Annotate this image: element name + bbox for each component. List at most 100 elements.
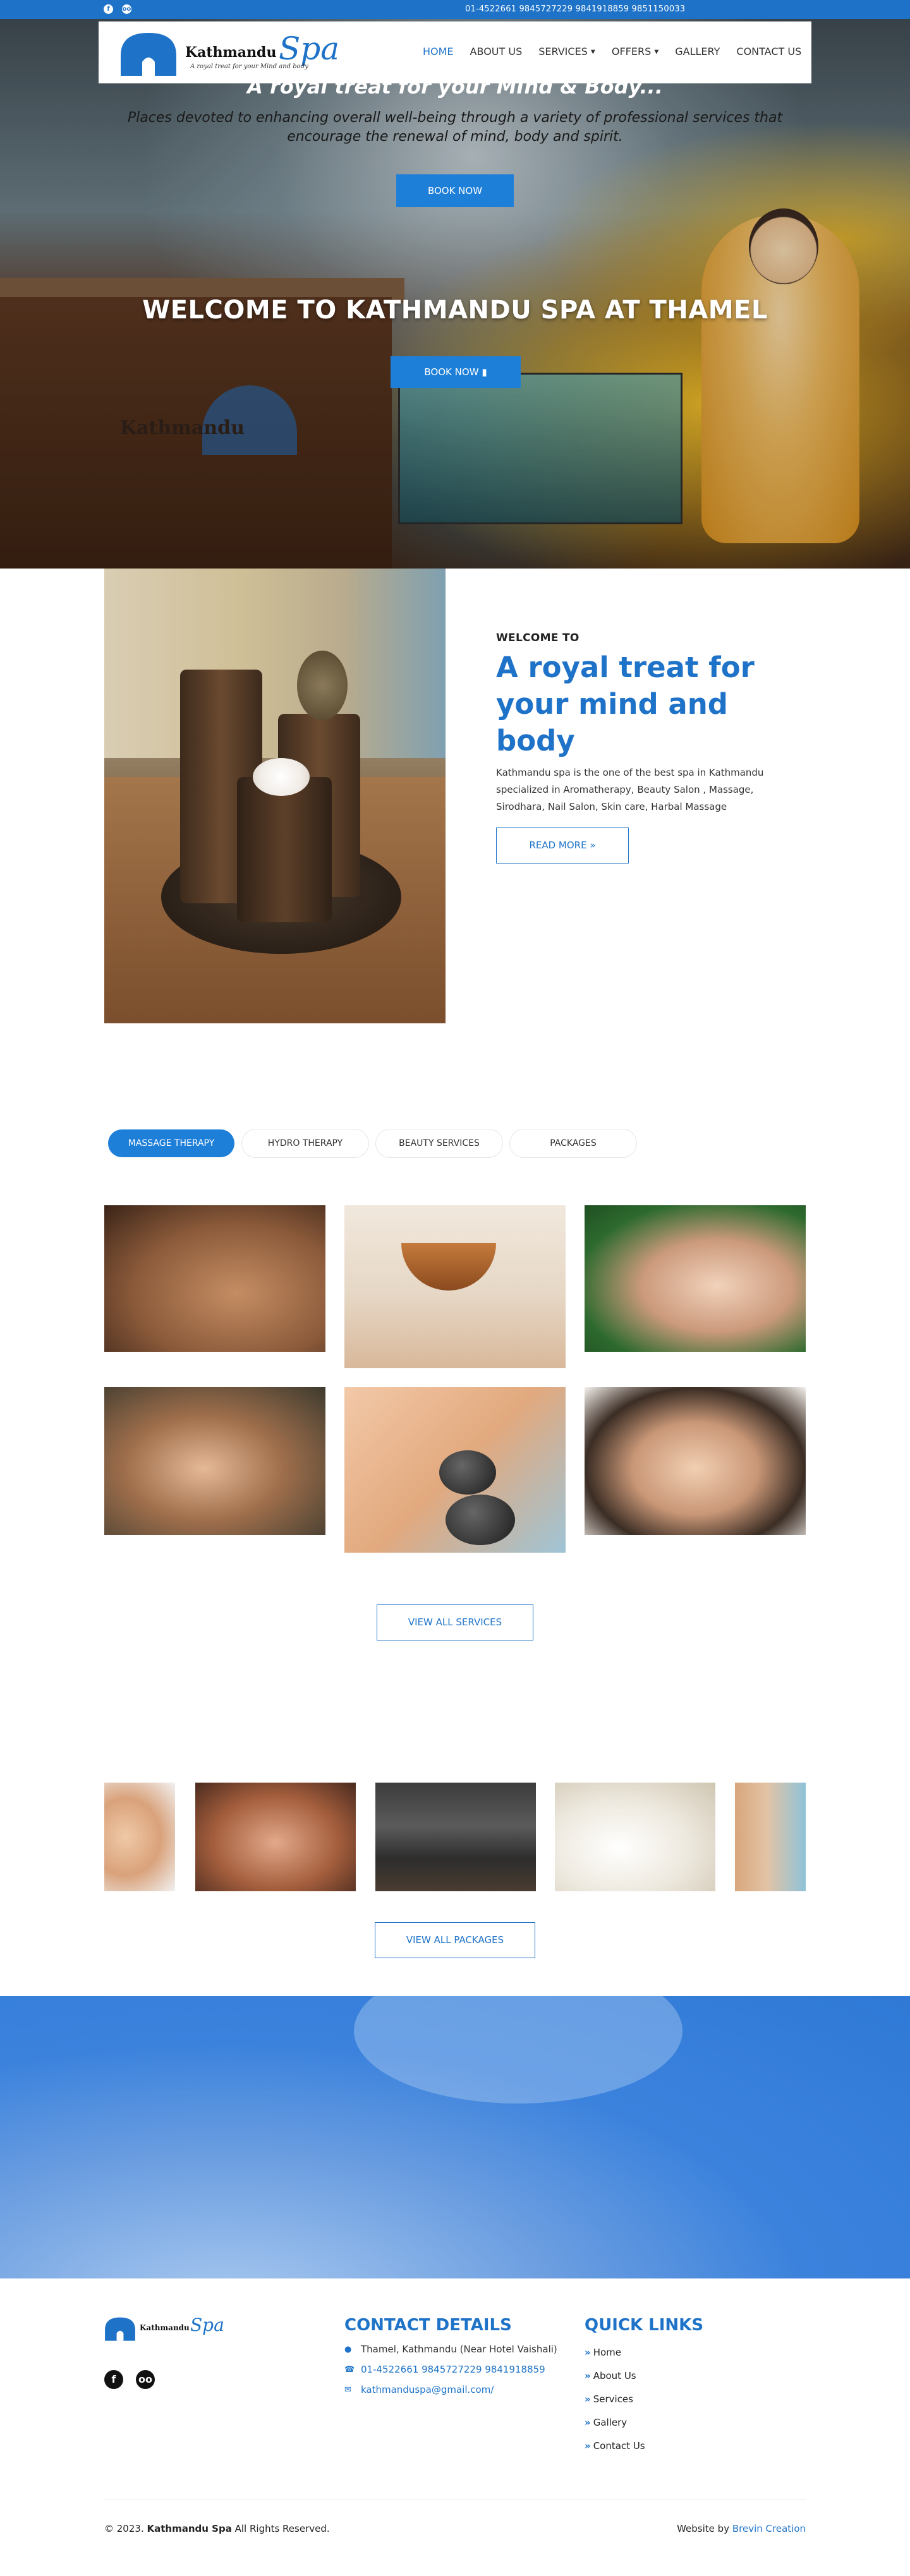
service-image-body-wrap[interactable] bbox=[585, 1387, 806, 1535]
credit-link[interactable]: Brevin Creation bbox=[732, 2523, 806, 2534]
package-image[interactable] bbox=[195, 1783, 356, 1891]
package-image[interactable] bbox=[104, 1783, 175, 1891]
welcome-image bbox=[104, 569, 446, 1023]
tab-hydro-therapy[interactable]: HYDRO THERAPY bbox=[242, 1129, 368, 1157]
footer-logo-spa: Spa bbox=[190, 2314, 224, 2335]
banner-background-hands bbox=[354, 1996, 682, 2104]
contact-email[interactable]: ✉ kathmanduspa@gmail.com/ bbox=[344, 2384, 572, 2395]
top-bar: f oo 01-4522661 9845727229 9841918859 98… bbox=[0, 0, 910, 19]
welcome-text: WELCOME TO A royal treat for your mind a… bbox=[496, 632, 787, 816]
tab-packages[interactable]: PACKAGES bbox=[510, 1129, 636, 1157]
service-image-back-massage[interactable] bbox=[104, 1205, 325, 1352]
cta-banner bbox=[0, 1996, 910, 2278]
quick-link-services[interactable]: » Services bbox=[585, 2393, 812, 2405]
hot-stone bbox=[439, 1450, 496, 1495]
quick-links: QUICK LINKS » Home » About Us » Services » G… bbox=[585, 2316, 812, 2452]
hero-book-label: BOOK NOW bbox=[424, 366, 479, 378]
quick-link-gallery[interactable]: » Gallery bbox=[585, 2417, 812, 2428]
map-marker-icon: ● bbox=[344, 2344, 352, 2354]
quick-link-label: About Us bbox=[593, 2370, 636, 2381]
banner-title: A royal treat for your MInd & Body... bbox=[247, 75, 663, 99]
footer-logo[interactable]: Kathmandu Spa bbox=[104, 2314, 231, 2342]
nav-contact-us[interactable]: CONTACT US bbox=[728, 45, 810, 57]
topbar-phones[interactable]: 01-4522661 9845727229 9841918859 9851150… bbox=[465, 4, 685, 14]
copyright: © 2023. Kathmandu Spa All Rights Reserve… bbox=[104, 2523, 330, 2534]
quick-link-home[interactable]: » Home bbox=[585, 2347, 812, 2358]
service-tabs: MASSAGE THERAPY HYDRO THERAPY BEAUTY SER… bbox=[108, 1129, 636, 1157]
double-chevron-right-icon: » bbox=[585, 2370, 591, 2381]
service-image-herbal-compress[interactable] bbox=[585, 1205, 806, 1352]
address-text: Thamel, Kathmandu (Near Hotel Vaishali) bbox=[361, 2344, 557, 2355]
topbar-social: f oo bbox=[104, 4, 131, 14]
quick-link-label: Home bbox=[593, 2347, 621, 2358]
service-image-body-massage[interactable] bbox=[104, 1387, 325, 1535]
caret-down-icon: ▼ bbox=[654, 49, 659, 56]
view-all-services-button[interactable]: VIEW ALL SERVICES bbox=[377, 1604, 533, 1640]
contact-title: CONTACT DETAILS bbox=[344, 2316, 512, 2335]
nav-offers[interactable]: OFFERS ▼ bbox=[604, 45, 667, 57]
bookmark-icon: ▮ bbox=[482, 366, 487, 378]
phone-text[interactable]: 01-4522661 9845727229 9841918859 bbox=[361, 2364, 545, 2375]
hero-overlay bbox=[0, 19, 910, 569]
logo-tagline: A royal treat for your Mind and body bbox=[190, 63, 308, 70]
image-flower bbox=[253, 758, 310, 796]
hot-stone bbox=[446, 1495, 515, 1545]
site-logo[interactable]: Kathmandu Spa A royal treat for your Min… bbox=[119, 28, 360, 78]
nav-services[interactable]: SERVICES ▼ bbox=[530, 45, 604, 57]
envelope-icon: ✉ bbox=[344, 2385, 351, 2395]
nav-gallery[interactable]: GALLERY bbox=[667, 45, 728, 57]
welcome-title: A royal treat for your mind and body bbox=[496, 651, 755, 757]
nav-about-us[interactable]: ABOUT US bbox=[462, 45, 531, 57]
double-chevron-right-icon: » bbox=[585, 2347, 591, 2358]
tab-massage-therapy[interactable]: MASSAGE THERAPY bbox=[108, 1129, 234, 1157]
logo-spa: Spa bbox=[279, 30, 340, 67]
facebook-icon[interactable]: f bbox=[104, 2370, 123, 2389]
hero-section: Kathmandu bbox=[0, 19, 910, 569]
banner-book-now-button[interactable]: BOOK NOW bbox=[396, 174, 514, 207]
quick-link-label: Contact Us bbox=[593, 2440, 645, 2452]
image-candle-front bbox=[237, 777, 332, 922]
credit-prefix: Website by bbox=[677, 2523, 730, 2534]
quick-link-label: Services bbox=[593, 2393, 633, 2405]
copyright-suffix: All Rights Reserved. bbox=[234, 2523, 330, 2534]
quick-link-contact-us[interactable]: » Contact Us bbox=[585, 2440, 812, 2452]
read-more-button[interactable]: READ MORE » bbox=[496, 828, 629, 864]
welcome-eyebrow: WELCOME TO bbox=[496, 632, 579, 644]
contact-address: ● Thamel, Kathmandu (Near Hotel Vaishali… bbox=[344, 2344, 572, 2355]
tripadvisor-icon[interactable]: oo bbox=[136, 2370, 155, 2389]
read-more-label: READ MORE bbox=[529, 840, 587, 851]
double-chevron-right-icon: » bbox=[585, 2440, 591, 2452]
view-all-packages-button[interactable]: VIEW ALL PACKAGES bbox=[375, 1922, 535, 1958]
double-chevron-right-icon: » bbox=[585, 2417, 591, 2428]
package-image[interactable] bbox=[375, 1783, 536, 1891]
image-pinecone bbox=[297, 651, 348, 720]
copyright-prefix: © 2023. bbox=[104, 2523, 144, 2534]
logo-dome-icon bbox=[105, 2317, 135, 2341]
quick-links-title: QUICK LINKS bbox=[585, 2316, 704, 2335]
nav-home[interactable]: HOME bbox=[415, 45, 462, 57]
footer-social: f oo bbox=[104, 2370, 155, 2389]
double-chevron-right-icon: » bbox=[585, 2393, 591, 2405]
contact-phone[interactable]: ☎ 01-4522661 9845727229 9841918859 bbox=[344, 2364, 572, 2375]
hero-book-now-button[interactable]: BOOK NOW ▮ bbox=[391, 356, 521, 388]
email-text[interactable]: kathmanduspa@gmail.com/ bbox=[361, 2384, 494, 2395]
nav-services-label: SERVICES bbox=[538, 45, 588, 57]
nav-offers-label: OFFERS bbox=[611, 45, 652, 57]
service-image-hot-stone[interactable] bbox=[344, 1387, 566, 1553]
website-credit: Website by Brevin Creation bbox=[676, 2523, 806, 2534]
service-image-shirodhara[interactable] bbox=[344, 1205, 566, 1368]
contact-details: CONTACT DETAILS ● Thamel, Kathmandu (Nea… bbox=[344, 2316, 572, 2395]
welcome-description: Kathmandu spa is the one of the best spa… bbox=[496, 767, 764, 812]
caret-down-icon: ▼ bbox=[590, 49, 595, 56]
banner-subtitle: Places devoted to enhancing overall well… bbox=[127, 110, 783, 145]
tab-beauty-services[interactable]: BEAUTY SERVICES bbox=[376, 1129, 502, 1157]
phone-icon: ☎ bbox=[344, 2364, 355, 2374]
quick-link-about-us[interactable]: » About Us bbox=[585, 2370, 812, 2381]
tripadvisor-icon[interactable]: oo bbox=[122, 4, 131, 14]
logo-brand: Kathmandu bbox=[185, 44, 277, 61]
package-image[interactable] bbox=[735, 1783, 806, 1891]
double-chevron-right-icon: » bbox=[590, 840, 596, 851]
package-image[interactable] bbox=[555, 1783, 715, 1891]
facebook-icon[interactable]: f bbox=[104, 4, 113, 14]
quick-link-label: Gallery bbox=[593, 2417, 628, 2428]
